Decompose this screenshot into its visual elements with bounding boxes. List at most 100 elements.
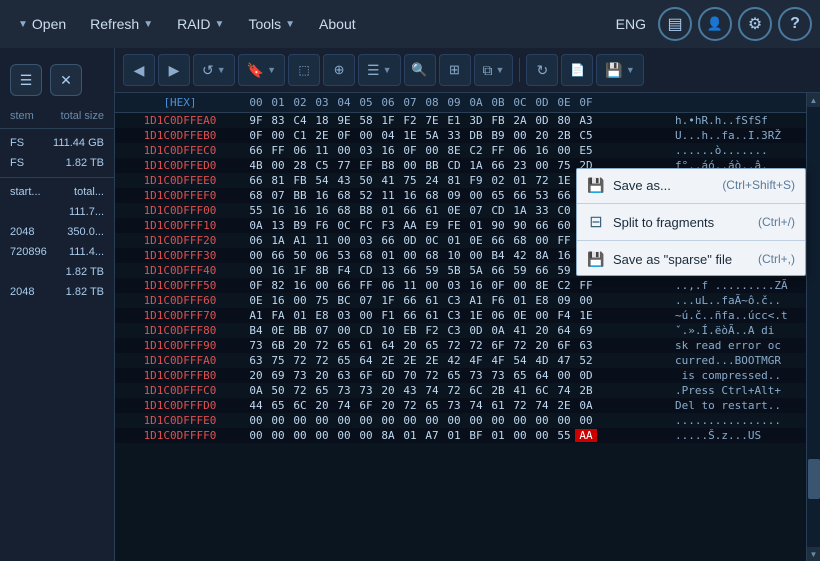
hex-byte: 81 <box>443 174 465 187</box>
ctx-split[interactable]: ⊟ Split to fragments (Ctrl+/) <box>577 206 805 238</box>
sidebar-footer-3[interactable]: 2048 350.0... <box>0 222 114 242</box>
ctx-save-as[interactable]: 💾 Save as... (Ctrl+Shift+S) <box>577 169 805 201</box>
hex-byte: 00 <box>465 414 487 427</box>
menu-refresh-arrow: ▼ <box>143 19 153 30</box>
hex-byte: 55 <box>553 429 575 442</box>
terminal-button[interactable]: ▤ <box>658 7 692 41</box>
hex-byte: 61 <box>421 294 443 307</box>
hex-byte: 23 <box>509 159 531 172</box>
ctx-save-sparse[interactable]: 💾 Save as "sparse" file (Ctrl+,) <box>577 243 805 275</box>
hex-byte: 72 <box>443 339 465 352</box>
hex-byte: 00 <box>377 414 399 427</box>
back-btn[interactable]: ◀ <box>123 54 155 86</box>
col-hdr-00: 00 <box>245 96 267 109</box>
bookmark-btn[interactable]: 🔖▼ <box>238 54 285 86</box>
hex-address: 1D1C0DFFEF0 <box>115 188 245 203</box>
col-hdr-09: 09 <box>443 96 465 109</box>
col-hdr-08: 08 <box>421 96 443 109</box>
hex-byte: 00 <box>531 414 553 427</box>
reload-btn[interactable]: ↻ <box>526 54 558 86</box>
ctx-save-sparse-label: Save as "sparse" file <box>613 252 750 267</box>
list-btn[interactable]: ☰▼ <box>358 54 400 86</box>
save-btn[interactable]: 💾▼ <box>596 54 643 86</box>
ctx-save-sparse-shortcut: (Ctrl+,) <box>758 252 795 266</box>
hex-byte: 64 <box>377 339 399 352</box>
sidebar-item-fs1[interactable]: FS 111.44 GB <box>0 133 114 153</box>
grid-btn[interactable]: ⊞ <box>439 54 471 86</box>
hex-byte: 44 <box>245 399 267 412</box>
menu-refresh[interactable]: Refresh ▼ <box>80 12 163 36</box>
hex-byte: E5 <box>575 144 597 157</box>
hex-byte: BC <box>333 294 355 307</box>
hex-byte: 10 <box>377 324 399 337</box>
refresh-tool-btn[interactable]: ↺▼ <box>193 54 235 86</box>
file-btn[interactable]: 📄 <box>561 54 593 86</box>
hex-text: ...uL..faÃ~ô.č.. <box>671 294 806 307</box>
nav-btn[interactable]: ⊕ <box>323 54 355 86</box>
hex-byte: A1 <box>245 309 267 322</box>
hex-byte: 66 <box>553 189 575 202</box>
settings-button[interactable]: ⚙ <box>738 7 772 41</box>
copy-btn[interactable]: ⧉▼ <box>474 54 514 86</box>
menu-about[interactable]: About <box>309 12 366 36</box>
hex-byte: CD <box>355 324 377 337</box>
hex-byte: C0 <box>553 204 575 217</box>
forward-btn[interactable]: ▶ <box>158 54 190 86</box>
hex-byte: 54 <box>509 354 531 367</box>
hex-byte: 00 <box>289 414 311 427</box>
ctx-save-as-label: Save as... <box>613 178 714 193</box>
hex-byte: 01 <box>509 294 531 307</box>
hex-byte: 28 <box>289 159 311 172</box>
list-dropdown-arrow: ▼ <box>383 65 392 75</box>
hex-byte: B9 <box>289 219 311 232</box>
block-btn[interactable]: ⬚ <box>288 54 320 86</box>
menu-raid[interactable]: RAID ▼ <box>167 12 234 36</box>
sidebar-close-btn[interactable]: ✕ <box>50 64 82 96</box>
search-btn[interactable]: 🔍 <box>404 54 436 86</box>
hex-byte: 09 <box>553 294 575 307</box>
scrollbar-down-btn[interactable]: ▼ <box>807 547 820 561</box>
sidebar-footer-1[interactable]: start... total... <box>0 182 114 202</box>
hex-table[interactable]: [HEX] 000102030405060708090A0B0C0D0E0F 1… <box>115 93 806 561</box>
hex-text-header <box>671 96 806 109</box>
hex-byte: 66 <box>487 234 509 247</box>
col-hdr-04: 04 <box>333 96 355 109</box>
sidebar-menu-btn[interactable]: ☰ <box>10 64 42 96</box>
sidebar-footer-5[interactable]: 1.82 TB <box>0 262 114 282</box>
ctx-split-shortcut: (Ctrl+/) <box>758 215 795 229</box>
sidebar-footer-2[interactable]: 111.7... <box>0 202 114 222</box>
sidebar-footer-6[interactable]: 2048 1.82 TB <box>0 282 114 302</box>
sidebar-footer-4[interactable]: 720896 111.4... <box>0 242 114 262</box>
hex-byte: 72 <box>465 339 487 352</box>
user-button[interactable]: 👤 <box>698 7 732 41</box>
hex-byte: E1 <box>443 114 465 127</box>
menu-tools[interactable]: Tools ▼ <box>238 12 305 36</box>
scrollbar-track[interactable] <box>807 107 820 547</box>
hex-byte: 00 <box>333 324 355 337</box>
hex-byte: 03 <box>355 144 377 157</box>
hex-text: ................ <box>671 414 806 427</box>
hex-byte: 06 <box>509 144 531 157</box>
hex-scrollbar[interactable]: ▲ ▼ <box>806 93 820 561</box>
scrollbar-thumb[interactable] <box>808 459 820 499</box>
hex-byte: FF <box>355 279 377 292</box>
sidebar-item-fs2[interactable]: FS 1.82 TB <box>0 153 114 173</box>
hex-byte: 6C <box>531 384 553 397</box>
menu-open[interactable]: ▼ Open <box>8 12 76 36</box>
hex-byte: 20 <box>311 399 333 412</box>
scrollbar-up-btn[interactable]: ▲ <box>807 93 820 107</box>
hex-byte: 74 <box>531 399 553 412</box>
hex-row: 1D1C0DFFF80B40EBB0700CD10EBF2C30D0A41206… <box>115 323 806 338</box>
hex-address: 1D1C0DFFF70 <box>115 308 245 323</box>
help-button[interactable]: ? <box>778 7 812 41</box>
sidebar-divider1 <box>0 177 114 178</box>
hex-byte: 65 <box>311 384 333 397</box>
hex-byte: 03 <box>355 234 377 247</box>
hex-byte: 0F <box>245 129 267 142</box>
hex-byte: 2E <box>311 129 333 142</box>
language-selector[interactable]: ENG <box>608 12 654 36</box>
hex-byte: 64 <box>553 324 575 337</box>
hex-byte: 6B <box>267 339 289 352</box>
hex-byte: 5B <box>443 264 465 277</box>
hex-byte: 3D <box>465 114 487 127</box>
